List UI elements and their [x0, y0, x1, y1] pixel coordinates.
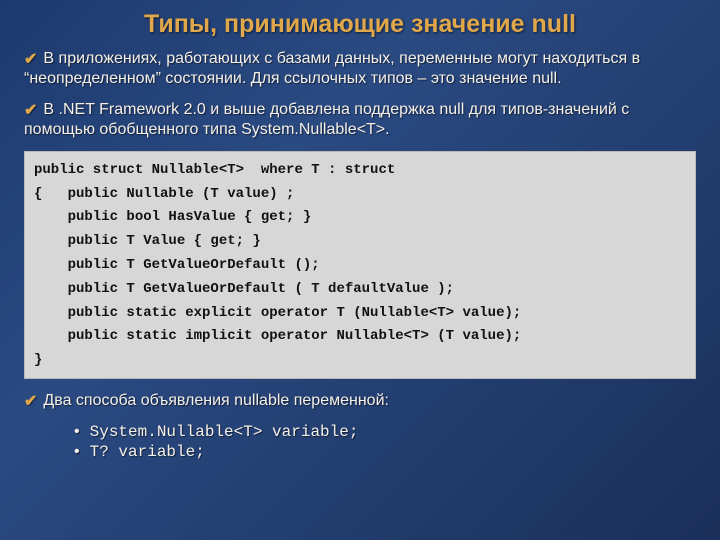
code-line: public static implicit operator Nullable…: [34, 328, 521, 344]
paragraph-1: ✔В приложениях, работающих с базами данн…: [24, 49, 696, 90]
declaration-item-2: • T? variable;: [72, 442, 696, 463]
code-line: public struct Nullable<T> where T : stru…: [34, 162, 395, 178]
paragraph-2: ✔В .NET Framework 2.0 и выше добавлена п…: [24, 100, 696, 141]
code-line: public T GetValueOrDefault ();: [34, 257, 320, 273]
code-line: public T Value { get; }: [34, 233, 261, 249]
code-line: public static explicit operator T (Nulla…: [34, 305, 521, 321]
paragraph-2-text: В .NET Framework 2.0 и выше добавлена по…: [24, 101, 629, 138]
code-line: public T GetValueOrDefault ( T defaultVa…: [34, 281, 454, 297]
code-line: public bool HasValue { get; }: [34, 209, 311, 225]
declaration-1-text: System.Nullable<T> variable;: [90, 423, 359, 441]
declaration-item-1: • System.Nullable<T> variable;: [72, 422, 696, 443]
slide-title: Типы, принимающие значение null: [24, 10, 696, 39]
bullet-icon: •: [72, 422, 82, 443]
declaration-2-text: T? variable;: [90, 443, 205, 461]
code-line: { public Nullable (T value) ;: [34, 186, 294, 202]
paragraph-3-text: Два способа объявления nullable переменн…: [43, 392, 389, 409]
bullet-icon: •: [72, 442, 82, 463]
checkmark-icon: ✔: [24, 50, 37, 70]
checkmark-icon: ✔: [24, 392, 37, 412]
code-block: public struct Nullable<T> where T : stru…: [24, 151, 696, 379]
checkmark-icon: ✔: [24, 101, 37, 121]
paragraph-3: ✔ Два способа объявления nullable перемен…: [24, 391, 696, 411]
code-line: }: [34, 352, 42, 368]
paragraph-1-text: В приложениях, работающих с базами данны…: [24, 50, 640, 87]
